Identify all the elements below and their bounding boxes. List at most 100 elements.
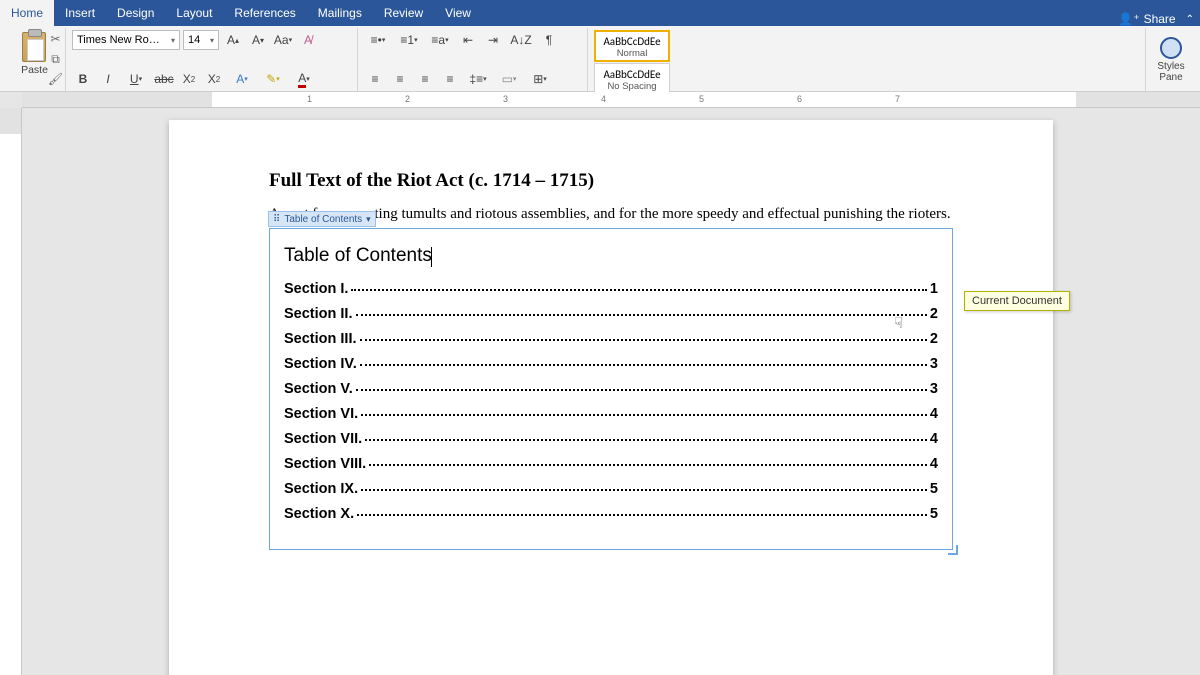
align-right-button[interactable]: ≡ xyxy=(414,69,436,89)
font-name-value: Times New Ro… xyxy=(77,34,160,46)
style-tile-no-spacing[interactable]: AaBbCcDdEeNo Spacing xyxy=(594,63,670,95)
styles-pane-button[interactable]: Styles Pane xyxy=(1146,28,1196,91)
tab-home[interactable]: Home xyxy=(0,0,54,26)
toc-entry[interactable]: Section I. 1 xyxy=(284,281,938,297)
toc-entry-page: 2 xyxy=(930,331,938,347)
toc-entry[interactable]: Section VI.4 xyxy=(284,406,938,422)
toc-leader xyxy=(369,464,927,466)
resize-handle-icon[interactable] xyxy=(948,545,958,555)
change-case-button[interactable]: Aa▾ xyxy=(272,30,294,50)
borders-button[interactable]: ⊞▾ xyxy=(526,69,554,89)
bullets-button[interactable]: ≡•▾ xyxy=(364,30,392,50)
toc-entry-page: 5 xyxy=(930,481,938,497)
superscript-button[interactable]: X2 xyxy=(203,69,225,89)
document-page[interactable]: Full Text of the Riot Act (c. 1714 – 171… xyxy=(169,120,1053,675)
toc-entry[interactable]: Section IX. 5 xyxy=(284,481,938,497)
tab-references[interactable]: References xyxy=(223,0,306,26)
shrink-font-button[interactable]: A▾ xyxy=(247,30,269,50)
format-painter-icon[interactable]: 🖌 xyxy=(49,72,63,86)
toc-container[interactable]: ⠿ Table of Contents ▾ Table of Contents … xyxy=(269,228,953,550)
increase-indent-button[interactable]: ⇥ xyxy=(482,30,504,50)
strikethrough-button[interactable]: abc xyxy=(153,69,175,89)
styles-gallery: AaBbCcDdEeNormalAaBbCcDdEeNo SpacingAaBb… xyxy=(588,28,1146,91)
tab-layout[interactable]: Layout xyxy=(165,0,223,26)
toc-entry-label: Section V. xyxy=(284,381,353,397)
toc-entry[interactable]: Section II.2 xyxy=(284,306,938,322)
ruler-mark: 2 xyxy=(405,94,410,104)
font-size-dropdown[interactable]: 14▾ xyxy=(183,30,219,50)
sort-button[interactable]: A↓Z xyxy=(507,30,535,50)
multilevel-list-button[interactable]: ≡a▾ xyxy=(426,30,454,50)
vertical-ruler[interactable] xyxy=(0,108,22,675)
tab-mailings[interactable]: Mailings xyxy=(307,0,373,26)
collapse-ribbon-icon[interactable]: ⌃ xyxy=(1186,14,1194,25)
tab-review[interactable]: Review xyxy=(373,0,434,26)
document-title[interactable]: Full Text of the Riot Act (c. 1714 – 171… xyxy=(269,170,953,192)
toc-entry-label: Section VIII. xyxy=(284,456,366,472)
toc-entry[interactable]: Section V. 3 xyxy=(284,381,938,397)
numbering-button[interactable]: ≡1▾ xyxy=(395,30,423,50)
tooltip-text: Current Document xyxy=(972,295,1062,307)
clipboard-group: Paste ✂ ⧉ 🖌 xyxy=(4,28,66,91)
toc-entry-page: 3 xyxy=(930,381,938,397)
grow-font-button[interactable]: A▴ xyxy=(222,30,244,50)
chevron-down-icon[interactable]: ▾ xyxy=(366,214,371,225)
paste-button[interactable]: Paste xyxy=(21,30,48,76)
subscript-button[interactable]: X2 xyxy=(178,69,200,89)
person-plus-icon: 👤⁺ xyxy=(1118,12,1139,26)
document-canvas[interactable]: Full Text of the Riot Act (c. 1714 – 171… xyxy=(22,108,1200,675)
ruler-mark: 4 xyxy=(601,94,606,104)
show-marks-button[interactable]: ¶ xyxy=(538,30,560,50)
ribbon: Paste ✂ ⧉ 🖌 Times New Ro…▾ 14▾ A▴ A▾ Aa▾… xyxy=(0,26,1200,92)
toc-leader xyxy=(357,514,927,516)
shading-button[interactable]: ▭▾ xyxy=(495,69,523,89)
ruler-mark: 6 xyxy=(797,94,802,104)
styles-pane-label: Styles Pane xyxy=(1152,61,1190,83)
toc-heading-text: Table of Contents xyxy=(284,245,432,266)
toc-handle[interactable]: ⠿ Table of Contents ▾ xyxy=(268,211,376,227)
toc-entry-label: Section IX. xyxy=(284,481,358,497)
align-left-button[interactable]: ≡ xyxy=(364,69,386,89)
cut-icon[interactable]: ✂ xyxy=(49,32,63,46)
toc-entry[interactable]: Section IV.3 xyxy=(284,356,938,372)
share-button[interactable]: 👤⁺ Share xyxy=(1118,12,1175,26)
toc-entry-label: Section III. xyxy=(284,331,357,347)
toc-entry[interactable]: Section III. 2 xyxy=(284,331,938,347)
toc-heading[interactable]: Table of Contents xyxy=(284,245,938,267)
clear-formatting-button[interactable]: A̸ xyxy=(297,30,319,50)
align-center-button[interactable]: ≡ xyxy=(389,69,411,89)
paste-label: Paste xyxy=(21,64,48,76)
toc-leader xyxy=(360,364,927,366)
justify-button[interactable]: ≡ xyxy=(439,69,461,89)
font-color-button[interactable]: A▾ xyxy=(290,69,318,89)
style-tile-normal[interactable]: AaBbCcDdEeNormal xyxy=(594,30,670,62)
toc-entry[interactable]: Section X.5 xyxy=(284,506,938,522)
ribbon-tab-bar: HomeInsertDesignLayoutReferencesMailings… xyxy=(0,0,1200,26)
font-name-dropdown[interactable]: Times New Ro…▾ xyxy=(72,30,180,50)
style-name-label: Normal xyxy=(617,48,648,59)
toc-entry-label: Section I. xyxy=(284,281,348,297)
toc-leader xyxy=(360,339,927,341)
underline-button[interactable]: U▾ xyxy=(122,69,150,89)
toc-entry-page: 1 xyxy=(930,281,938,297)
decrease-indent-button[interactable]: ⇤ xyxy=(457,30,479,50)
share-label: Share xyxy=(1144,12,1176,26)
highlight-button[interactable]: ✎▾ xyxy=(259,69,287,89)
line-spacing-button[interactable]: ‡≡▾ xyxy=(464,69,492,89)
italic-button[interactable]: I xyxy=(97,69,119,89)
tab-design[interactable]: Design xyxy=(106,0,165,26)
tab-insert[interactable]: Insert xyxy=(54,0,106,26)
bold-button[interactable]: B xyxy=(72,69,94,89)
toc-entry[interactable]: Section VIII.4 xyxy=(284,456,938,472)
text-effects-button[interactable]: A▾ xyxy=(228,69,256,89)
clipboard-icon xyxy=(22,32,46,62)
horizontal-ruler[interactable]: 1234567 xyxy=(22,92,1200,108)
toc-entry[interactable]: Section VII.4 xyxy=(284,431,938,447)
toc-leader xyxy=(365,439,927,441)
ruler-mark: 3 xyxy=(503,94,508,104)
toc-leader xyxy=(356,314,927,316)
copy-icon[interactable]: ⧉ xyxy=(49,52,63,66)
tab-view[interactable]: View xyxy=(434,0,482,26)
style-preview: AaBbCcDdEe xyxy=(603,35,660,48)
toc-entry-label: Section VII. xyxy=(284,431,362,447)
